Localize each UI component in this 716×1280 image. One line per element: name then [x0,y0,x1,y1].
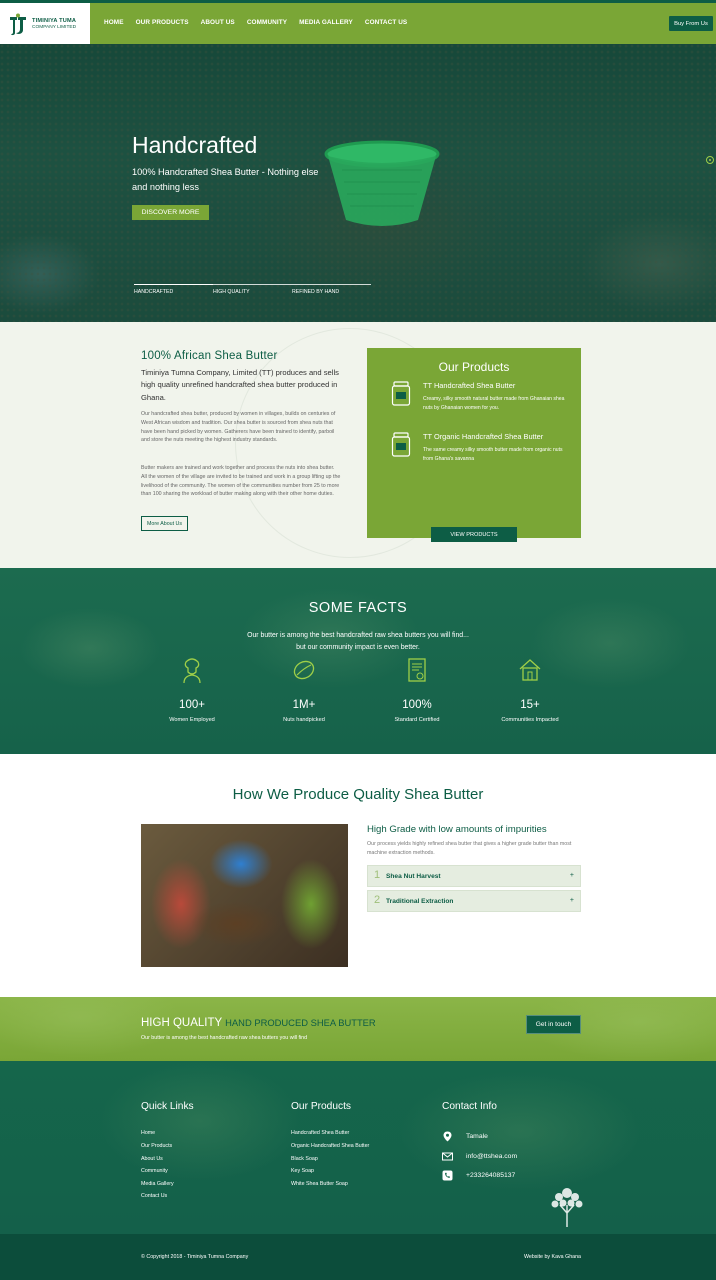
shea-tree-logo-icon [551,1188,583,1227]
fact-label: Women Employed [169,717,215,723]
contact-location: Tamale [442,1131,592,1143]
view-products-button[interactable]: VIEW PRODUCTS [431,527,517,542]
step-number: 2 [374,894,381,906]
website-credit[interactable]: Website by Kava Ghana [524,1254,581,1260]
our-products-card: Our Products TT Handcrafted Shea Butter … [367,348,581,542]
jar-icon [391,381,411,406]
facts-title: SOME FACTS [308,600,408,616]
footer-product-link[interactable]: Organic Handcrafted Shea Butter [291,1143,369,1149]
main-nav: HOME OUR PRODUCTS ABOUT US COMMUNITY MED… [104,19,419,26]
product-description: The same creamy silky smooth butter made… [423,447,563,462]
phone-icon [442,1170,453,1181]
certificate-icon [408,658,426,682]
nav-contact-us[interactable]: CONTACT US [365,19,407,26]
jar-icon [391,432,411,457]
fact-item: 100+ Women Employed [147,656,237,723]
cta-heading: HIGH QUALITY HAND PRODUCED SHEA BUTTER [141,1017,376,1029]
footer-product-link[interactable]: Black Soap [291,1156,318,1162]
hero-subtitle: 100% Handcrafted Shea Butter - Nothing e… [132,167,319,192]
nav-about-us[interactable]: ABOUT US [201,19,235,26]
top-navigation-bar: TIMINIYA TUMA COMPANY LIMITED HOME OUR P… [0,0,716,47]
fact-item: 100% Standard Certified [372,656,462,723]
intro-section: 100% African Shea Butter Timiniya Tumna … [0,322,716,568]
plus-icon: + [569,897,574,904]
step-number: 1 [374,869,381,881]
process-heading: High Grade with low amounts of impuritie… [367,824,547,835]
get-in-touch-button[interactable]: Get in touch [526,1015,581,1034]
step-label: Traditional Extraction [386,898,454,905]
nav-media-gallery[interactable]: MEDIA GALLERY [299,19,353,26]
footer-link-home[interactable]: Home [141,1130,155,1136]
hero-tabs: HANDCRAFTED HIGH QUALITY REFINED BY HAND [134,284,371,295]
nav-home[interactable]: HOME [104,19,124,26]
contact-phone[interactable]: +233264085137 [442,1170,592,1182]
hero-title: Handcrafted [132,132,258,158]
fact-item: 15+ Communities Impacted [485,656,575,723]
intro-paragraph-1: Our handcrafted shea butter, produced by… [141,411,336,444]
hero-tab-handcrafted[interactable]: HANDCRAFTED [134,284,213,295]
copyright-text: © Copyright 2018 - Timiniya Tumna Compan… [141,1254,249,1260]
hero-tab-high-quality[interactable]: HIGH QUALITY [213,284,292,295]
process-paragraph: Our process yields highly refined shea b… [367,841,572,856]
footer-link-contact-us[interactable]: Contact Us [141,1193,167,1199]
page: TIMINIYA TUMA COMPANY LIMITED HOME OUR P… [0,0,716,1280]
facts-section: SOME FACTS Our butter is among the best … [0,568,716,754]
house-icon [519,659,541,681]
women-sorting-nuts-photo [141,824,348,967]
cta-banner: HIGH QUALITY HAND PRODUCED SHEA BUTTER O… [0,997,716,1061]
footer-products-title: Our Products [291,1101,352,1112]
footer-link-community[interactable]: Community [141,1168,168,1174]
hero-slider: Handcrafted 100% Handcrafted Shea Butter… [0,44,716,322]
intro-title: 100% African Shea Butter [141,350,278,362]
process-title: How We Produce Quality Shea Butter [232,786,484,803]
buy-from-us-button[interactable]: Buy From Us [669,16,713,31]
copyright-bar: © Copyright 2018 - Timiniya Tumna Compan… [0,1234,716,1280]
fact-item: 1M+ Nuts handpicked [259,656,349,723]
products-card-title: Our Products [438,360,510,374]
tt-logo-icon [10,13,26,36]
product-description: Creamy, silky smooth natural butter made… [423,396,565,411]
contact-email[interactable]: info@ttshea.com [442,1151,592,1163]
basket-illustration [324,140,440,226]
footer-link-our-products[interactable]: Our Products [141,1143,172,1149]
accordion-traditional-extraction[interactable]: 2 Traditional Extraction + [367,890,581,912]
discover-more-button[interactable]: DISCOVER MORE [132,205,209,220]
logo-line2: COMPANY LIMITED [32,24,77,30]
quick-links-title: Quick Links [141,1101,194,1112]
nav-community[interactable]: COMMUNITY [247,19,287,26]
accordion-shea-nut-harvest[interactable]: 1 Shea Nut Harvest + [367,865,581,887]
nut-icon [293,660,315,680]
nav-our-products[interactable]: OUR PRODUCTS [136,19,189,26]
fact-label: Standard Certified [394,717,440,723]
intro-lead: Timiniya Tumna Company, Limited (TT) pro… [141,368,339,402]
fact-number: 1M+ [292,699,316,711]
step-label: Shea Nut Harvest [386,873,441,880]
logo[interactable]: TIMINIYA TUMA COMPANY LIMITED [0,3,90,47]
plus-icon: + [569,872,574,879]
slider-dot[interactable] [706,156,714,164]
footer-product-link[interactable]: Key Soap [291,1168,314,1174]
cta-subtitle: Our butter is among the best handcrafted… [141,1035,308,1041]
woman-icon [183,658,201,684]
footer-link-about-us[interactable]: About Us [141,1156,163,1162]
more-about-us-button[interactable]: More About Us [141,516,188,531]
fact-label: Nuts handpicked [283,717,325,723]
fact-number: 100+ [179,699,205,711]
hero-tab-refined-by-hand[interactable]: REFINED BY HAND [292,284,371,295]
footer-product-link[interactable]: Handcrafted Shea Butter [291,1130,349,1136]
footer: Quick Links Home Our Products About Us C… [0,1061,716,1234]
fact-number: 100% [402,699,432,711]
intro-paragraph-2: Butter makers are trained and work toget… [141,465,341,498]
fact-number: 15+ [520,699,540,711]
process-section: How We Produce Quality Shea Butter High … [0,754,716,997]
fact-label: Communities Impacted [501,717,559,723]
footer-link-media-gallery[interactable]: Media Gallery [141,1181,174,1187]
location-pin-icon [443,1131,452,1142]
product-name: TT Organic Handcrafted Shea Butter [423,432,544,441]
footer-product-link[interactable]: White Shea Butter Soap [291,1181,348,1187]
facts-subtitle: Our butter is among the best handcrafted… [247,632,469,651]
product-name: TT Handcrafted Shea Butter [423,381,516,390]
contact-info-title: Contact Info [442,1101,497,1112]
mail-icon [442,1152,453,1161]
